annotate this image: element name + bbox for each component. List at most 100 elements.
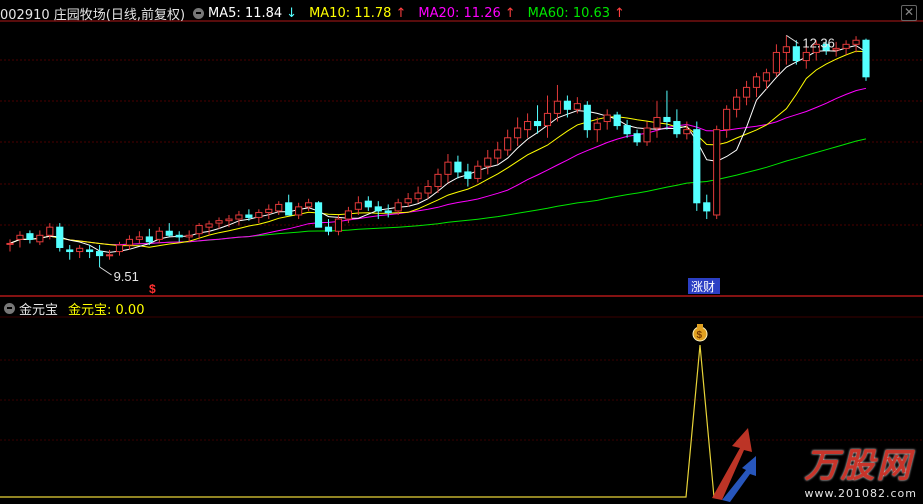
ma10-line <box>9 50 867 248</box>
candle-body <box>434 173 442 188</box>
candle-body <box>464 171 472 179</box>
candle <box>673 109 681 138</box>
candle <box>593 117 601 142</box>
candle-body <box>255 212 263 218</box>
candle-body <box>514 127 522 139</box>
candle-body <box>374 206 382 212</box>
watermark-title: 万股网 <box>804 446 913 486</box>
candle <box>235 210 243 226</box>
candle <box>742 80 751 106</box>
candle-body <box>125 238 134 246</box>
candle <box>444 154 452 183</box>
candle-body <box>46 226 54 236</box>
stock-title: 002910 庄园牧场(日线,前复权) <box>0 7 186 23</box>
candle-body <box>275 203 283 212</box>
candle <box>125 235 134 250</box>
ma20-arrow: ↑ <box>504 5 516 21</box>
candle-body <box>364 200 372 208</box>
candle-body <box>563 100 571 110</box>
candle-body <box>305 202 313 208</box>
candle-body <box>205 223 213 228</box>
gear-icon[interactable] <box>193 7 205 19</box>
close-icon[interactable]: ✕ <box>901 5 917 21</box>
candle-body <box>593 122 601 131</box>
candle-body <box>265 208 273 214</box>
candle-body <box>76 247 84 253</box>
candle-body <box>95 251 104 257</box>
kline-chart[interactable]: 12.36 9.51 $ 涨财 $ <box>0 0 923 504</box>
candle-body <box>633 133 641 143</box>
low-pointer <box>99 266 112 276</box>
watermark-arrow-icon <box>712 428 756 502</box>
signal-badge-text: 涨财 <box>691 279 715 294</box>
candle <box>533 105 542 134</box>
candle-body <box>723 108 731 131</box>
candle <box>653 101 661 138</box>
candle <box>135 231 143 244</box>
candle-body <box>623 125 631 135</box>
candle-body <box>673 121 681 135</box>
indicator-name: 金元宝 <box>19 302 59 318</box>
candle <box>543 95 552 138</box>
candle <box>155 227 163 244</box>
ma10-arrow: ↑ <box>395 5 407 21</box>
candle-body <box>474 165 482 179</box>
candle <box>583 101 591 138</box>
candle-body <box>115 244 124 253</box>
candle <box>454 155 462 179</box>
candle <box>205 220 213 236</box>
chart-root: 12.36 9.51 $ 涨财 $ 002910 庄园牧场(日线,前复权) MA5: 1… <box>0 0 923 504</box>
candle <box>752 72 761 98</box>
candle <box>16 231 24 248</box>
gear-icon[interactable] <box>4 302 15 314</box>
candle-body <box>16 234 24 240</box>
candle-body <box>195 225 203 235</box>
candle-body <box>175 234 183 238</box>
candle-body <box>56 226 64 248</box>
candle <box>354 196 362 215</box>
candle <box>683 121 691 140</box>
candle <box>553 84 562 122</box>
candle-body <box>693 129 701 204</box>
candle-body <box>543 112 552 127</box>
candle-body <box>235 214 243 220</box>
candle-body <box>802 51 810 62</box>
candle <box>494 141 502 164</box>
candle-body <box>135 236 143 240</box>
candle-body <box>26 233 34 240</box>
candle-body <box>444 161 452 175</box>
candle <box>772 44 781 77</box>
ma5-arrow: ↓ <box>286 5 298 21</box>
candle <box>95 245 104 267</box>
candle <box>404 193 412 207</box>
candle-body <box>523 121 532 131</box>
candle <box>514 117 522 146</box>
candle-body <box>86 249 94 253</box>
candle-body <box>583 104 591 131</box>
candle <box>26 230 34 244</box>
candle-body <box>155 230 163 240</box>
money-bag-icon: $ <box>692 324 708 342</box>
candle <box>862 38 870 81</box>
candle <box>66 245 74 260</box>
candle-body <box>862 39 870 78</box>
candle-body <box>36 234 44 243</box>
candle <box>384 204 392 218</box>
indicator-header: 金元宝 金元宝: 0.00 <box>0 297 148 319</box>
candle-body <box>165 230 173 236</box>
candle-body <box>215 220 223 224</box>
candle-body <box>6 242 14 245</box>
candle-body <box>643 127 651 143</box>
candle <box>265 204 273 220</box>
candle-body <box>713 129 721 216</box>
candle <box>364 196 372 211</box>
candle-body <box>105 254 114 257</box>
candle <box>563 95 571 118</box>
candle <box>36 230 44 246</box>
candle <box>115 241 124 256</box>
candle-body <box>384 210 392 214</box>
high-label: 12.36 <box>802 35 835 50</box>
candle-body <box>782 46 790 53</box>
ma5-line <box>9 44 867 253</box>
candle-body <box>354 202 362 210</box>
